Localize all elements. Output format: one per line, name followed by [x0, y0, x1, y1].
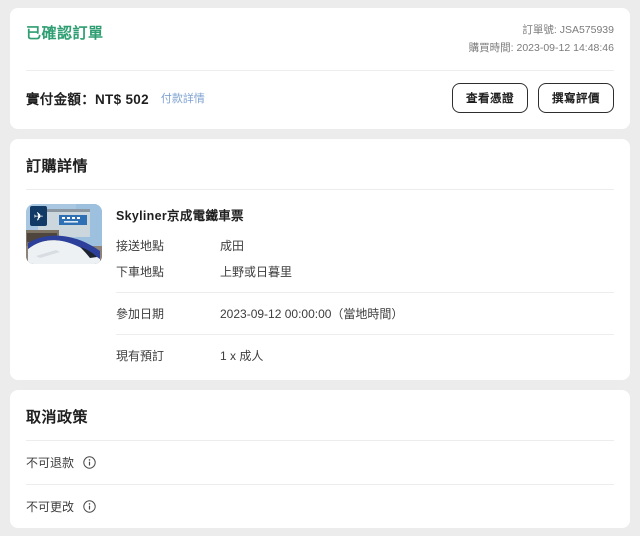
payment-row: 實付金額：NT$ 502 付款詳情 查看憑證 撰寫評價	[10, 71, 630, 129]
skyliner-train-photo-icon: ✈	[26, 204, 102, 264]
header-actions: 查看憑證 撰寫評價	[452, 83, 614, 113]
product-info: Skyliner京成電鐵車票 接送地點 成田 下車地點 上野或日暮里 參加日期 …	[116, 204, 614, 364]
write-review-button[interactable]: 撰寫評價	[538, 83, 614, 113]
info-icon[interactable]	[83, 456, 96, 469]
booking-label: 現有預訂	[116, 347, 220, 364]
date-value: 2023-09-12 00:00:00（當地時間）	[220, 305, 403, 322]
no-refund-row: 不可退款	[10, 441, 630, 484]
booking-row: 現有預訂 1 x 成人	[116, 347, 614, 364]
order-header-card: 已確認訂單 訂單號: JSA575939 購買時間: 2023-09-12 14…	[10, 8, 630, 129]
order-details-title: 訂購詳情	[10, 139, 630, 189]
row-divider	[116, 292, 614, 293]
date-label: 參加日期	[116, 305, 220, 322]
product-block: ✈ Skyliner京成電鐵車票 接送地點 成田 下車地點 上野或日暮里	[10, 190, 630, 380]
payment-summary: 實付金額：NT$ 502 付款詳情	[26, 88, 205, 108]
svg-text:✈: ✈	[33, 209, 43, 223]
cancellation-policy-card: 取消政策 不可退款 不可更改	[10, 390, 630, 528]
order-confirmation-page: 已確認訂單 訂單號: JSA575939 購買時間: 2023-09-12 14…	[0, 0, 640, 536]
dropoff-label: 下車地點	[116, 263, 220, 280]
paid-amount: 實付金額：NT$ 502	[26, 88, 149, 108]
payment-details-link[interactable]: 付款詳情	[161, 90, 205, 106]
product-thumbnail[interactable]: ✈	[26, 204, 102, 264]
no-change-row: 不可更改	[10, 485, 630, 528]
dropoff-row: 下車地點 上野或日暮里	[116, 263, 614, 280]
pickup-value: 成田	[220, 237, 244, 254]
info-icon[interactable]	[83, 500, 96, 513]
product-title: Skyliner京成電鐵車票	[116, 205, 614, 224]
row-divider	[116, 334, 614, 335]
no-change-label: 不可更改	[26, 498, 74, 515]
pickup-row: 接送地點 成田	[116, 237, 614, 254]
order-status-title: 已確認訂單	[26, 22, 104, 43]
order-number: 訂單號: JSA575939	[469, 22, 614, 40]
no-refund-label: 不可退款	[26, 454, 74, 471]
order-meta: 訂單號: JSA575939 購買時間: 2023-09-12 14:48:46	[469, 22, 614, 58]
order-header-top: 已確認訂單 訂單號: JSA575939 購買時間: 2023-09-12 14…	[10, 8, 630, 70]
pickup-label: 接送地點	[116, 237, 220, 254]
view-voucher-button[interactable]: 查看憑證	[452, 83, 528, 113]
cancellation-policy-title: 取消政策	[10, 390, 630, 440]
purchase-time: 購買時間: 2023-09-12 14:48:46	[469, 40, 614, 58]
order-details-card: 訂購詳情 ✈	[10, 139, 630, 380]
booking-value: 1 x 成人	[220, 347, 263, 364]
date-row: 參加日期 2023-09-12 00:00:00（當地時間）	[116, 305, 614, 322]
dropoff-value: 上野或日暮里	[220, 263, 292, 280]
